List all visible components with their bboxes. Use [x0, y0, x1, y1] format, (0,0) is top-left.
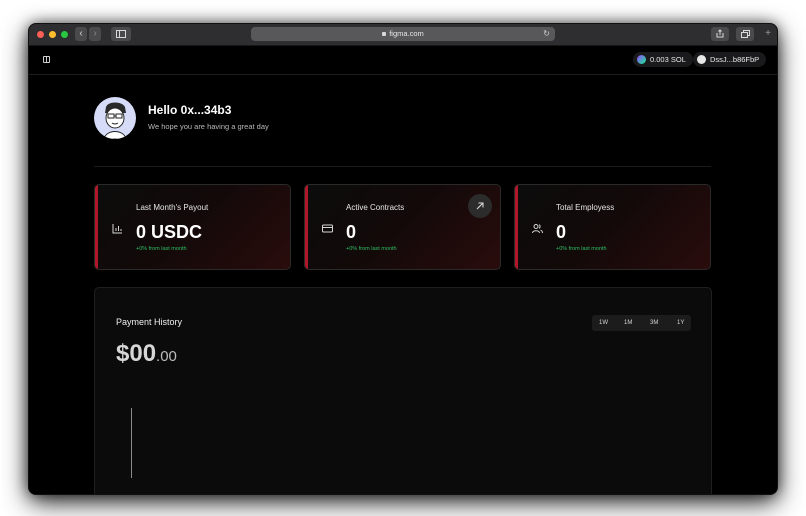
stat-card-contracts: Active Contracts 0 +0% from last month [304, 184, 501, 270]
stat-title: Total Employess [556, 203, 615, 212]
card-accent-bar [515, 185, 518, 269]
payment-history-panel: Payment History 1W 1M 3M 1Y $00.00 [94, 287, 712, 494]
solana-icon [637, 55, 646, 64]
time-range-selector: 1W 1M 3M 1Y [592, 315, 691, 331]
stat-delta: +0% from last month [346, 246, 397, 252]
close-window-button[interactable] [37, 31, 44, 38]
greeting-subtitle: We hope you are having a great day [148, 122, 269, 131]
share-icon [716, 29, 724, 38]
tabs-icon [740, 30, 750, 38]
plus-icon: + [765, 28, 771, 39]
stat-delta: +0% from last month [136, 246, 187, 252]
sidebar-icon [116, 30, 126, 38]
maximize-window-button[interactable] [61, 31, 68, 38]
chevron-right-icon: › [93, 28, 97, 39]
chart-y-axis [131, 408, 132, 478]
range-1w-tab[interactable]: 1W [599, 315, 608, 331]
forward-button[interactable]: › [89, 27, 101, 41]
stat-title: Last Month's Payout [136, 203, 209, 212]
sol-balance-text: 0.003 SOL [650, 55, 686, 64]
stat-value: 0 [346, 222, 357, 242]
tabs-button[interactable] [736, 27, 754, 41]
payment-history-title: Payment History [116, 317, 183, 327]
address-url: figma.com [389, 29, 424, 38]
section-divider [94, 166, 711, 167]
payment-total-main: $00 [116, 340, 157, 367]
address-bar[interactable]: figma.com ↻ [251, 27, 555, 41]
range-1m-tab[interactable]: 1M [624, 315, 632, 331]
back-button[interactable]: ‹ [75, 27, 87, 41]
new-tab-button[interactable]: + [761, 27, 775, 41]
sol-balance-badge[interactable]: 0.003 SOL [633, 52, 693, 67]
wallet-address-button[interactable]: DssJ...b86FbP [693, 52, 767, 67]
stat-card-payout: Last Month's Payout 0 USDC +0% from last… [94, 184, 291, 270]
stat-card-employees: Total Employess 0 +0% from last month [514, 184, 711, 270]
open-contracts-button[interactable] [468, 194, 492, 218]
arrow-up-right-icon [476, 202, 484, 210]
chevron-left-icon: ‹ [79, 28, 83, 39]
sidebar-browser-button[interactable] [111, 27, 131, 41]
browser-window: ‹ › figma.com ↻ + 0.003 SOL DssJ...b86Fb… [29, 24, 777, 494]
card-accent-bar [95, 185, 98, 269]
avatar-illustration [103, 102, 127, 139]
stat-value: 0 [556, 222, 567, 242]
user-avatar[interactable] [94, 97, 136, 139]
browser-toolbar: ‹ › figma.com ↻ + [29, 24, 777, 46]
greeting-title: Hello 0x...34b3 [148, 103, 232, 117]
app-topbar: 0.003 SOL DssJ...b86FbP [29, 46, 777, 75]
minimize-window-button[interactable] [49, 31, 56, 38]
card-accent-bar [305, 185, 308, 269]
range-1y-tab[interactable]: 1Y [677, 315, 684, 331]
lock-icon [382, 32, 387, 36]
users-icon [532, 224, 543, 234]
range-3m-tab[interactable]: 3M [650, 315, 658, 331]
bar-chart-icon [112, 224, 122, 234]
credit-card-icon [322, 224, 333, 233]
payment-total-cents: .00 [156, 348, 177, 365]
stat-title: Active Contracts [346, 203, 405, 212]
payment-total: $00.00 [116, 340, 177, 368]
share-button[interactable] [711, 27, 729, 41]
stat-delta: +0% from last month [556, 246, 607, 252]
stat-value: 0 USDC [136, 222, 203, 242]
sidebar-toggle-icon[interactable] [43, 56, 50, 63]
wallet-avatar-icon [697, 55, 706, 64]
wallet-address-text: DssJ...b86FbP [710, 55, 760, 64]
reload-icon[interactable]: ↻ [543, 27, 550, 41]
